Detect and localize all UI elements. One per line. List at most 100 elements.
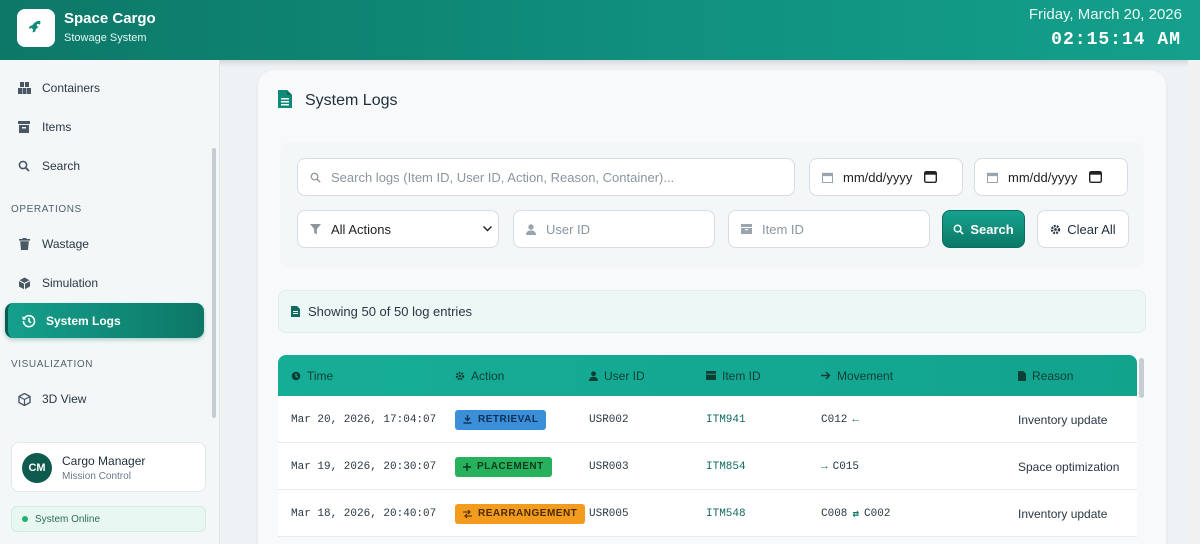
section-operations-label: OPERATIONS	[11, 204, 82, 215]
box-icon	[741, 224, 752, 234]
search-icon	[953, 224, 964, 235]
clock-icon	[291, 371, 301, 381]
gear-icon	[1050, 224, 1061, 235]
exchange-icon: ⇄	[852, 508, 860, 521]
action-cell: REARRANGEMENT	[455, 490, 586, 537]
header-label: Item ID	[722, 368, 761, 383]
header-label: Reason	[1032, 368, 1074, 383]
header-label: User ID	[604, 368, 645, 383]
action-filter-select[interactable]: All Actions	[297, 210, 499, 248]
document-icon	[278, 90, 292, 113]
sidebar-item-label: 3D View	[42, 392, 87, 406]
column-header-time[interactable]: Time	[291, 355, 333, 396]
sidebar-item-wastage[interactable]: Wastage	[17, 227, 89, 261]
action-badge-placement: PLACEMENT	[455, 456, 552, 477]
sidebar-item-containers[interactable]: Containers	[17, 71, 100, 105]
app-logo[interactable]	[17, 9, 55, 47]
sidebar-item-items[interactable]: Items	[17, 110, 71, 144]
header-label: Action	[471, 368, 505, 383]
main-scrollbar[interactable]	[1188, 60, 1200, 544]
current-time: 02:15:14 AM	[1051, 30, 1181, 50]
arrow-right-icon: →	[821, 460, 828, 473]
app-title: Space Cargo	[64, 10, 156, 27]
clear-button-label: Clear All	[1067, 221, 1116, 237]
sidebar-scrollbar[interactable]	[212, 148, 216, 418]
sidebar-item-3d-view[interactable]: 3D View	[17, 382, 86, 416]
sidebar-item-search[interactable]: Search	[17, 149, 80, 183]
trash-icon	[17, 237, 31, 251]
table-row[interactable]: Mar 18, 2026, 20:40:07 REARRANGEMENT USR…	[278, 490, 1137, 537]
action-label: REARRANGEMENT	[478, 508, 578, 519]
item-id-cell[interactable]: ITM941	[706, 396, 746, 443]
action-filter-value: All Actions	[331, 221, 391, 237]
history-icon	[22, 314, 36, 328]
sidebar-item-system-logs[interactable]: System Logs	[5, 303, 204, 338]
date-from-field[interactable]: mm/dd/yyyy	[809, 158, 963, 196]
action-badge-rearrangement: REARRANGEMENT	[455, 503, 586, 524]
movement-cell: → C015	[821, 443, 859, 490]
results-count-text: Showing 50 of 50 log entries	[308, 304, 473, 319]
user-icon	[589, 370, 598, 381]
table-row[interactable]: Mar 19, 2026, 20:30:07 PLACEMENT USR003 …	[278, 443, 1137, 490]
column-header-movement[interactable]: Movement	[821, 355, 893, 396]
movement-cell: C012 ←	[821, 396, 864, 443]
containers-icon	[17, 81, 31, 95]
item-id-placeholder: Item ID	[762, 221, 804, 237]
item-id-input[interactable]: Item ID	[728, 210, 930, 248]
date-to-value: mm/dd/yyyy	[1008, 169, 1078, 185]
sidebar-item-simulation[interactable]: Simulation	[17, 266, 98, 300]
movement-from: C012	[821, 413, 848, 426]
search-button[interactable]: Search	[942, 210, 1025, 248]
results-count-bar: Showing 50 of 50 log entries	[278, 290, 1146, 333]
date-to-field[interactable]: mm/dd/yyyy	[974, 158, 1128, 196]
user-profile-card[interactable]: CM Cargo Manager Mission Control	[11, 442, 206, 492]
action-cell: RETRIEVAL	[455, 396, 547, 443]
page-title: System Logs	[305, 92, 398, 109]
search-icon	[17, 159, 31, 173]
movement-to: C002	[864, 507, 891, 520]
logs-table: Time Action User ID Item ID Movement Rea…	[278, 355, 1137, 537]
sidebar-item-label: Search	[42, 159, 81, 173]
reason-cell: Inventory update	[1018, 412, 1108, 427]
status-dot-icon	[22, 516, 28, 522]
clear-all-button[interactable]: Clear All	[1037, 210, 1129, 248]
movement-cell: C008 ⇄ C002	[821, 490, 890, 537]
date-from-value: mm/dd/yyyy	[843, 169, 913, 185]
log-search-input[interactable]: Search logs (Item ID, User ID, Action, R…	[297, 158, 795, 196]
user-name: Cargo Manager	[62, 454, 146, 468]
user-id-cell: USR002	[589, 413, 629, 426]
filter-icon	[310, 223, 321, 235]
action-label: RETRIEVAL	[478, 414, 539, 425]
chevron-down-icon	[483, 226, 492, 232]
search-button-label: Search	[970, 221, 1014, 237]
user-icon	[526, 223, 536, 235]
user-id-placeholder: User ID	[546, 221, 591, 237]
rocket-icon	[28, 20, 41, 33]
table-header: Time Action User ID Item ID Movement Rea…	[278, 355, 1137, 396]
date-picker-icon[interactable]	[924, 171, 938, 183]
filter-panel: Search logs (Item ID, User ID, Action, R…	[280, 142, 1144, 268]
gear-icon	[455, 371, 465, 381]
reason-cell: Inventory update	[1018, 506, 1108, 521]
item-id-cell[interactable]: ITM548	[706, 490, 746, 537]
item-id-cell[interactable]: ITM854	[706, 443, 746, 490]
app-subtitle: Stowage System	[64, 32, 147, 44]
search-placeholder: Search logs (Item ID, User ID, Action, R…	[331, 169, 675, 185]
archive-icon	[17, 120, 31, 134]
date-picker-icon[interactable]	[1089, 171, 1103, 183]
column-header-item-id[interactable]: Item ID	[706, 355, 761, 396]
box-icon	[706, 371, 716, 380]
user-id-cell: USR003	[589, 460, 629, 473]
cube-icon	[17, 392, 31, 406]
column-header-reason[interactable]: Reason	[1018, 355, 1073, 396]
action-badge-retrieval: RETRIEVAL	[455, 409, 547, 430]
log-time: Mar 19, 2026, 20:30:07	[291, 460, 437, 473]
action-label: PLACEMENT	[477, 461, 544, 472]
column-header-action[interactable]: Action	[455, 355, 504, 396]
table-row[interactable]: Mar 20, 2026, 17:04:07 RETRIEVAL USR002 …	[278, 396, 1137, 443]
section-visualization-label: VISUALIZATION	[11, 359, 94, 370]
user-id-input[interactable]: User ID	[513, 210, 715, 248]
column-header-user-id[interactable]: User ID	[589, 355, 645, 396]
table-scrollbar[interactable]	[1139, 358, 1144, 398]
arrow-right-icon	[821, 371, 831, 380]
